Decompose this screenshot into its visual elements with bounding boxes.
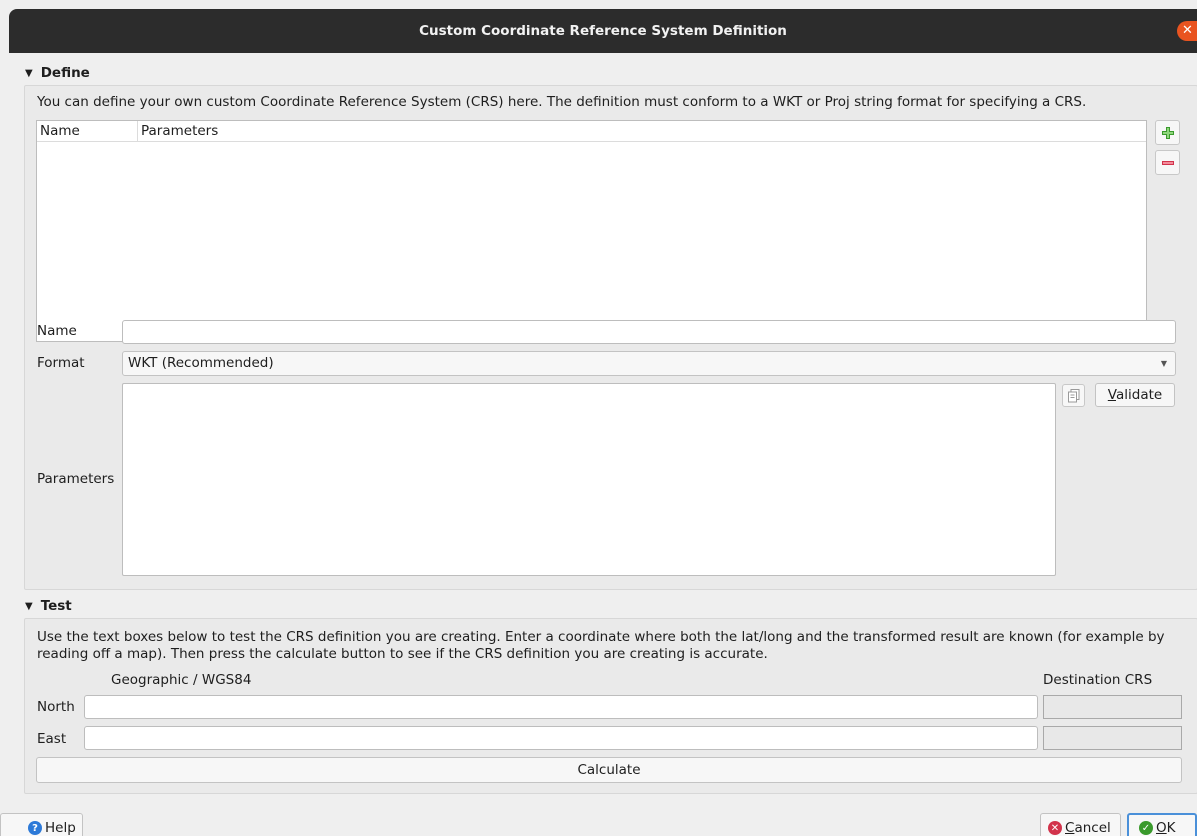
format-select-value: WKT (Recommended)	[128, 355, 274, 371]
define-section-header[interactable]: ▼ Define	[25, 65, 90, 81]
checkmark-icon[interactable]: ✓	[1139, 821, 1153, 835]
cancel-icon[interactable]: ✕	[1048, 821, 1062, 835]
name-label: Name	[37, 323, 77, 339]
copy-parameters-button[interactable]	[1062, 384, 1085, 407]
geographic-label: Geographic / WGS84	[111, 672, 252, 688]
cancel-label: ancel	[1074, 820, 1111, 836]
ok-mnemonic: O	[1156, 820, 1167, 836]
ok-button[interactable]: ✓ OK	[1127, 813, 1197, 836]
dialog-body: ▼ Define You can define your own custom …	[0, 53, 1197, 836]
title-bar: Custom Coordinate Reference System Defin…	[9, 9, 1197, 53]
cancel-mnemonic: C	[1065, 820, 1075, 836]
collapse-arrow-icon[interactable]: ▼	[25, 68, 33, 79]
test-section-header[interactable]: ▼ Test	[25, 598, 72, 614]
east-input[interactable]	[84, 726, 1038, 750]
close-button[interactable]: ✕	[1177, 21, 1197, 41]
define-description: You can define your own custom Coordinat…	[37, 94, 1087, 110]
collapse-arrow-icon[interactable]: ▼	[25, 601, 33, 612]
chevron-down-icon: ▼	[1160, 359, 1167, 368]
minus-icon[interactable]	[1161, 156, 1175, 170]
parameters-label: Parameters	[37, 471, 115, 487]
name-input[interactable]	[122, 320, 1176, 344]
destination-crs-label: Destination CRS	[1043, 672, 1153, 688]
validate-mnemonic: V	[1107, 387, 1116, 403]
crs-table[interactable]: Name Parameters	[36, 120, 1147, 342]
format-select[interactable]: WKT (Recommended) ▼	[122, 351, 1176, 376]
east-label: East	[37, 731, 67, 747]
validate-button[interactable]: Validate	[1095, 383, 1175, 407]
destination-north-output	[1043, 695, 1182, 719]
ok-label: K	[1166, 820, 1176, 836]
table-header: Name Parameters	[37, 121, 1146, 142]
calculate-button[interactable]: Calculate	[36, 757, 1182, 783]
format-label: Format	[37, 355, 85, 371]
copy-icon[interactable]	[1067, 388, 1080, 403]
test-description-line-1: Use the text boxes below to test the CRS…	[37, 629, 1165, 645]
column-header-name[interactable]: Name	[37, 121, 138, 141]
window-title: Custom Coordinate Reference System Defin…	[419, 23, 787, 39]
destination-east-output	[1043, 726, 1182, 750]
test-description-line-2: reading off a map). Then press the calcu…	[37, 646, 768, 662]
remove-crs-button[interactable]	[1155, 150, 1180, 175]
add-crs-button[interactable]	[1155, 120, 1180, 145]
column-header-parameters[interactable]: Parameters	[138, 121, 218, 141]
help-icon[interactable]: ?	[28, 821, 42, 835]
help-button[interactable]: ? Help	[0, 813, 83, 836]
define-header-label: Define	[40, 65, 90, 81]
north-input[interactable]	[84, 695, 1038, 719]
parameters-textarea[interactable]	[122, 383, 1056, 576]
plus-icon[interactable]	[1161, 126, 1175, 140]
close-icon[interactable]: ✕	[1182, 23, 1193, 38]
test-header-label: Test	[40, 598, 72, 614]
north-label: North	[37, 699, 75, 715]
cancel-button[interactable]: ✕ Cancel	[1040, 813, 1121, 836]
help-label: Help	[45, 820, 76, 836]
validate-label: alidate	[1115, 387, 1163, 403]
